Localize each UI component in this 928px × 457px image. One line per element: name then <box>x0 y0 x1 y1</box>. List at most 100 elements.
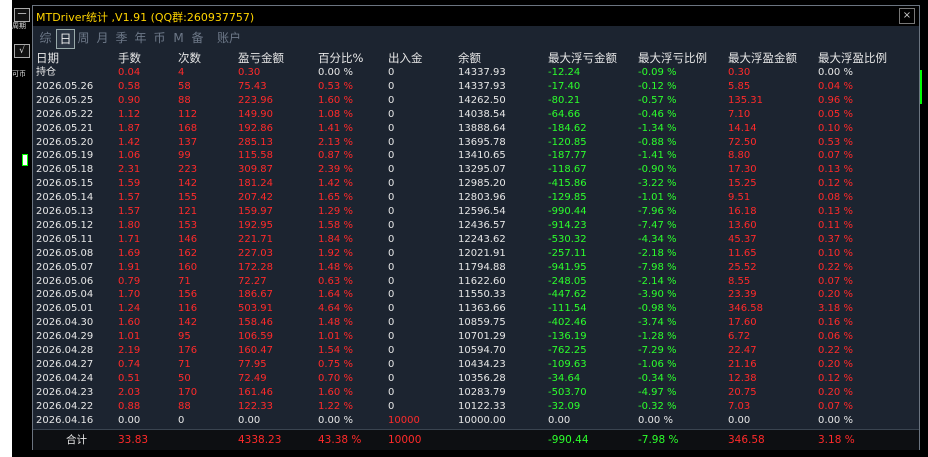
table-cell: 13695.78 <box>458 136 506 148</box>
table-cell: 2026.04.30 <box>36 317 94 329</box>
totals-cell: -990.44 <box>548 434 589 446</box>
column-header[interactable]: 最大浮亏比例 <box>638 51 707 66</box>
column-header[interactable]: 盈亏金额 <box>238 51 284 66</box>
table-cell: -3.74 % <box>638 317 677 329</box>
table-cell: 11550.33 <box>458 289 506 301</box>
table-cell: 2026.05.15 <box>36 178 94 190</box>
table-cell: 88 <box>178 94 191 106</box>
column-header[interactable]: 最大浮盈金额 <box>728 51 797 66</box>
table-row[interactable]: 2026.05.11 1.71 146 221.71 1.84 % 0 12243.62 -5… <box>33 233 919 246</box>
table-row[interactable]: 2026.05.15 1.59 142 181.24 1.42 % 0 12985.20 -4… <box>33 177 919 190</box>
title-bar[interactable]: MTDriver统计 ,V1.91 (QQ群:260937757) × <box>33 6 919 26</box>
table-cell: 99 <box>178 150 191 162</box>
table-row[interactable]: 2026.05.14 1.57 155 207.42 1.65 % 0 12803.96 -1… <box>33 191 919 204</box>
totals-cell: -7.98 % <box>638 434 679 446</box>
table-cell: -1.28 % <box>638 331 677 343</box>
table-cell: -248.05 <box>548 275 587 287</box>
table-row[interactable]: 2026.04.22 0.88 88 122.33 1.22 % 0 10122.33 -32… <box>33 400 919 413</box>
table-row[interactable]: 2026.05.22 1.12 112 149.90 1.08 % 0 14038.54 -6… <box>33 108 919 121</box>
column-header[interactable]: 日期 <box>36 51 59 66</box>
totals-cell: 10000 <box>388 434 422 446</box>
table-cell: 0.20 % <box>818 358 853 370</box>
table-row[interactable]: 2026.04.16 0.00 0 0.00 0.00 % 10000 10000.00 0.… <box>33 414 919 427</box>
tab-5[interactable]: 年 <box>132 29 149 47</box>
table-row[interactable]: 2026.04.23 2.03 170 161.46 1.60 % 0 10283.79 -5… <box>33 386 919 399</box>
table-cell: 1.08 % <box>318 108 353 120</box>
table-cell: 2026.04.22 <box>36 400 94 412</box>
tab-0[interactable]: 综 <box>37 29 54 47</box>
tab-7[interactable]: M <box>170 29 187 47</box>
table-row[interactable]: 2026.04.27 0.74 71 77.95 0.75 % 0 10434.23 -109… <box>33 358 919 371</box>
table-cell: 7.03 <box>728 400 751 412</box>
column-header[interactable]: 余额 <box>458 51 481 66</box>
table-cell: 10594.70 <box>458 345 506 356</box>
table-cell: 0.53 % <box>318 80 353 92</box>
table-cell: -118.67 <box>548 164 587 176</box>
table-row[interactable]: 2026.04.24 0.51 50 72.49 0.70 % 0 10356.28 -34.… <box>33 372 919 385</box>
table-row[interactable]: 2026.05.20 1.42 137 285.13 2.13 % 0 13695.78 -1… <box>33 136 919 149</box>
table-row[interactable]: 2026.04.29 1.01 95 106.59 1.01 % 0 10701.29 -13… <box>33 330 919 343</box>
column-header[interactable]: 百分比% <box>318 51 363 66</box>
table-cell: 1.60 <box>118 317 141 329</box>
table-cell: 2026.05.13 <box>36 206 94 217</box>
table-row[interactable]: 2026.05.19 1.06 99 115.58 0.87 % 0 13410.65 -18… <box>33 149 919 162</box>
table-cell: 192.95 <box>238 219 273 231</box>
column-header[interactable]: 手数 <box>118 51 141 66</box>
table-row[interactable]: 持仓 0.04 4 0.30 0.00 % 0 14337.93 -12.24 -0.09 % 0… <box>33 66 919 79</box>
table-row[interactable]: 2026.05.21 1.87 168 192.86 1.41 % 0 13888.64 -1… <box>33 122 919 135</box>
tab-4[interactable]: 季 <box>113 29 130 47</box>
table-row[interactable]: 2026.04.28 2.19 176 160.47 1.54 % 0 10594.70 -7… <box>33 344 919 357</box>
table-cell: 10356.28 <box>458 372 506 384</box>
table-cell: 137 <box>178 136 198 148</box>
table-row[interactable]: 2026.05.25 0.90 88 223.96 1.60 % 0 14262.50 -80… <box>33 94 919 107</box>
tab-8[interactable]: 备 <box>189 29 206 47</box>
table-cell: 309.87 <box>238 164 273 176</box>
tab-2[interactable]: 周 <box>75 29 92 47</box>
tab-3[interactable]: 月 <box>94 29 111 47</box>
table-row[interactable]: 2026.05.12 1.80 153 192.95 1.58 % 0 12436.57 -9… <box>33 219 919 232</box>
column-header[interactable]: 出入金 <box>388 51 423 66</box>
close-icon[interactable]: × <box>899 8 915 24</box>
table-cell: 0.30 <box>238 67 261 78</box>
table-cell: 2026.04.29 <box>36 331 94 343</box>
table-cell: 0.10 % <box>818 122 853 134</box>
table-cell: 2026.04.16 <box>36 414 94 426</box>
tab-6[interactable]: 币 <box>151 29 168 47</box>
table-row[interactable]: 2026.05.07 1.91 160 172.28 1.48 % 0 11794.88 -9… <box>33 261 919 274</box>
table-cell: 14337.93 <box>458 80 506 92</box>
table-row[interactable]: 2026.05.13 1.57 121 159.97 1.29 % 0 12596.54 -9… <box>33 205 919 218</box>
table-cell: -187.77 <box>548 150 587 162</box>
table-cell: 0.37 % <box>818 233 853 245</box>
table-row[interactable]: 2026.05.08 1.69 162 227.03 1.92 % 0 12021.91 -2… <box>33 247 919 260</box>
table-cell: 17.60 <box>728 317 757 329</box>
table-row[interactable]: 2026.05.26 0.58 58 75.43 0.53 % 0 14337.93 -17.… <box>33 80 919 93</box>
table-cell: 285.13 <box>238 136 273 148</box>
minus-icon[interactable]: 一 <box>14 8 30 22</box>
tab-9[interactable]: 账户 <box>214 29 244 47</box>
table-row[interactable]: 2026.04.30 1.60 142 158.46 1.48 % 0 10859.75 -4… <box>33 316 919 329</box>
table-row[interactable]: 2026.05.04 1.70 156 186.67 1.64 % 0 11550.33 -4… <box>33 288 919 301</box>
table-cell: 106.59 <box>238 331 273 343</box>
column-header[interactable]: 最大浮盈比例 <box>818 51 887 66</box>
table-cell: 77.95 <box>238 358 267 370</box>
table-cell: 14262.50 <box>458 94 506 106</box>
table-cell: 2.39 % <box>318 164 353 176</box>
table-row[interactable]: 2026.05.01 1.24 116 503.91 4.64 % 0 11363.66 -1… <box>33 302 919 315</box>
table-cell: 2026.05.12 <box>36 219 94 231</box>
column-header[interactable]: 最大浮亏金额 <box>548 51 617 66</box>
table-cell: 12021.91 <box>458 247 506 259</box>
tab-1[interactable]: 日 <box>56 29 75 49</box>
table-cell: 58 <box>178 80 191 92</box>
table-cell: -402.46 <box>548 317 587 329</box>
table-cell: 10859.75 <box>458 317 506 329</box>
column-header[interactable]: 次数 <box>178 51 201 66</box>
check-icon[interactable]: √ <box>14 44 30 58</box>
table-cell: 1.87 <box>118 122 141 134</box>
table-row[interactable]: 2026.05.18 2.31 223 309.87 2.39 % 0 13295.07 -1… <box>33 163 919 176</box>
table-row[interactable]: 2026.05.06 0.79 71 72.27 0.63 % 0 11622.60 -248… <box>33 275 919 288</box>
table-cell: 227.03 <box>238 247 273 259</box>
price-bar <box>920 70 922 104</box>
table-cell: 1.54 % <box>318 345 353 356</box>
table-cell: 10701.29 <box>458 331 506 343</box>
table-cell: 1.24 <box>118 303 141 315</box>
